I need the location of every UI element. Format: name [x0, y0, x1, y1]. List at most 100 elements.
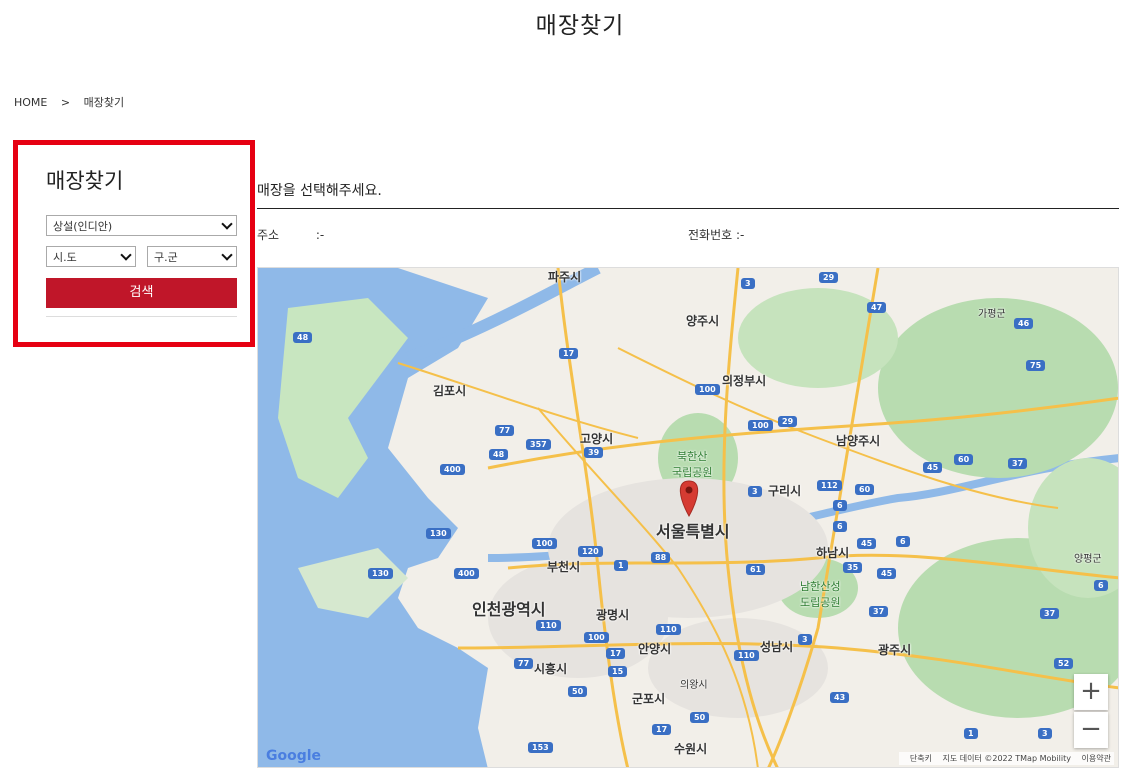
highway-shield: 120	[578, 546, 603, 557]
chevron-down-icon	[221, 218, 233, 230]
map-label: 부천시	[547, 560, 581, 574]
highway-shield: 3	[1038, 728, 1052, 739]
map-label: 가평군	[978, 309, 1006, 320]
store-search-panel: 매장찾기 상설(인디안) 시.도 구.군 검색	[13, 140, 255, 347]
map-label: 의정부시	[722, 374, 767, 388]
map-data-credit: 지도 데이터 ©2022 TMap Mobility	[942, 754, 1071, 763]
map-label: 김포시	[433, 384, 467, 398]
zoom-in-button[interactable]: +	[1074, 674, 1108, 710]
phone-row: 전화번호 :-	[688, 226, 744, 243]
highway-shield: 6	[833, 500, 847, 511]
terms-link[interactable]: 이용약관	[1082, 754, 1111, 763]
phone-value: :-	[736, 228, 745, 242]
sido-select[interactable]: 시.도	[46, 246, 136, 267]
highway-shield: 112	[817, 480, 842, 491]
google-logo: Google	[266, 748, 322, 764]
address-label: 주소	[257, 228, 280, 242]
highway-shield: 6	[896, 536, 910, 547]
highway-shield: 61	[746, 564, 766, 575]
highway-shield: 35	[843, 562, 863, 573]
chevron-down-icon	[120, 249, 132, 261]
search-button[interactable]: 검색	[46, 278, 237, 308]
highway-shield: 29	[778, 416, 798, 427]
highway-shield: 100	[695, 384, 720, 395]
page-title: 매장찾기	[535, 13, 625, 39]
map-label: 구리시	[768, 484, 802, 498]
map-label: 파주시	[548, 270, 582, 284]
gugun-select-value: 구.군	[154, 251, 178, 264]
map-attribution: 단축키 지도 데이터 ©2022 TMap Mobility 이용약관	[898, 752, 1114, 765]
highway-shield: 60	[954, 454, 974, 465]
highway-shield: 17	[559, 348, 579, 359]
highway-shield: 37	[1040, 608, 1060, 619]
address-row: 주소 :-	[257, 226, 324, 243]
highway-shield: 77	[514, 658, 534, 669]
brand-select[interactable]: 상설(인디안)	[46, 215, 237, 236]
map-label: 남한산성 도립공원	[800, 580, 841, 609]
highway-shield: 50	[690, 712, 710, 723]
brand-select-value: 상설(인디안)	[53, 220, 113, 233]
highway-shield: 3	[748, 486, 762, 497]
chevron-down-icon	[221, 249, 233, 261]
map-label: 북한산 국립공원	[672, 450, 713, 479]
breadcrumb: HOME > 매장찾기	[14, 94, 134, 110]
highway-shield: 45	[923, 462, 943, 473]
highway-shield: 110	[734, 650, 759, 661]
store-map[interactable]: 파주시 양주시 의정부시 김포시 고양시 남양주시 구리시 서울특별시 하남시 …	[257, 267, 1119, 768]
highway-shield: 6	[833, 521, 847, 532]
highway-shield: 47	[867, 302, 887, 313]
highway-shield: 400	[440, 464, 465, 475]
map-label: 광명시	[596, 608, 630, 622]
highway-shield: 75	[1026, 360, 1046, 371]
highway-shield: 88	[651, 552, 671, 563]
highway-shield: 60	[855, 484, 875, 495]
store-info-heading: 매장을 선택해주세요.	[257, 180, 1119, 209]
map-label: 성남시	[760, 640, 794, 654]
highway-shield: 45	[857, 538, 877, 549]
highway-shield: 37	[1008, 458, 1028, 469]
highway-shield: 1	[964, 728, 978, 739]
map-label: 광주시	[878, 643, 912, 657]
highway-shield: 130	[368, 568, 393, 579]
highway-shield: 100	[748, 420, 773, 431]
map-label: 수원시	[674, 742, 708, 756]
highway-shield: 3	[741, 278, 755, 289]
highway-shield: 46	[1014, 318, 1034, 329]
search-panel-title: 매장찾기	[46, 169, 124, 193]
highway-shield: 17	[606, 648, 626, 659]
highway-shield: 17	[652, 724, 672, 735]
map-label: 남양주시	[836, 434, 881, 448]
map-label: 양평군	[1074, 554, 1102, 565]
highway-shield: 50	[568, 686, 588, 697]
highway-shield: 110	[656, 624, 681, 635]
map-label: 의왕시	[680, 680, 708, 691]
highway-shield: 45	[877, 568, 897, 579]
breadcrumb-separator: >	[60, 96, 71, 109]
highway-shield: 3	[798, 634, 812, 645]
gugun-select[interactable]: 구.군	[147, 246, 237, 267]
address-value: :-	[315, 228, 325, 242]
zoom-out-button[interactable]: −	[1074, 712, 1108, 748]
highway-shield: 77	[495, 425, 515, 436]
highway-shield: 48	[293, 332, 313, 343]
divider	[46, 316, 237, 317]
highway-shield: 39	[584, 447, 604, 458]
highway-shield: 400	[454, 568, 479, 579]
highway-shield: 48	[489, 449, 509, 460]
sido-select-value: 시.도	[53, 251, 77, 264]
map-label: 서울특별시	[656, 522, 730, 541]
breadcrumb-home[interactable]: HOME	[14, 96, 47, 109]
map-label: 시흥시	[534, 662, 568, 676]
highway-shield: 357	[526, 439, 551, 450]
highway-shield: 6	[1094, 580, 1108, 591]
highway-shield: 43	[830, 692, 850, 703]
highway-shield: 37	[869, 606, 889, 617]
highway-shield: 100	[532, 538, 557, 549]
map-label: 하남시	[816, 546, 850, 560]
highway-shield: 15	[608, 666, 628, 677]
highway-shield: 1	[614, 560, 628, 571]
keyboard-shortcuts-link[interactable]: 단축키	[910, 754, 932, 763]
map-label: 군포시	[632, 692, 666, 706]
map-label: 인천광역시	[472, 600, 546, 619]
highway-shield: 130	[426, 528, 451, 539]
